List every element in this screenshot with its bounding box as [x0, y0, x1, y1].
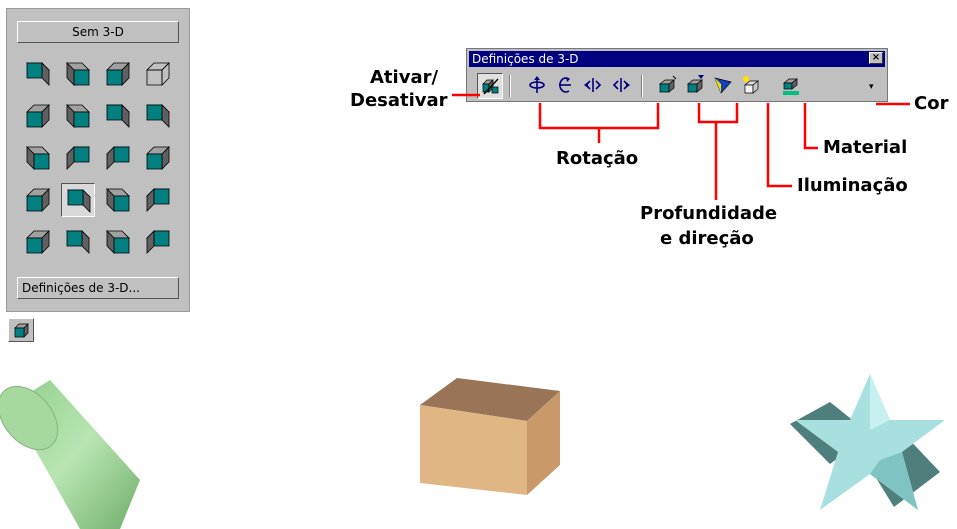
toggle-3d-button[interactable] [477, 73, 503, 99]
style-cell-9[interactable] [21, 141, 55, 175]
lighting-button[interactable] [711, 73, 737, 99]
style-cell-15[interactable] [101, 183, 135, 217]
3d-color-icon [783, 78, 799, 95]
style-cell-5[interactable] [21, 99, 55, 133]
3d-star-image [790, 374, 945, 510]
toggle-callout-line2: Desativar [350, 90, 448, 111]
3d-style-9-icon [26, 146, 50, 170]
3d-cylinder-image [0, 380, 140, 529]
3d-box-image [420, 378, 560, 495]
3d-style-8-icon [146, 104, 170, 128]
style-cell-13[interactable] [21, 183, 55, 217]
3d-style-18-icon [66, 230, 90, 254]
style-cell-12[interactable] [141, 141, 175, 175]
style-cell-6[interactable] [61, 99, 95, 133]
style-cell-17[interactable] [21, 225, 55, 259]
toolbar-title[interactable]: Definições de 3-D [469, 51, 885, 67]
3d-style-7-icon [106, 104, 130, 128]
style-cell-20[interactable] [141, 225, 175, 259]
style-cell-7[interactable] [101, 99, 135, 133]
3d-style-12-icon [146, 146, 170, 170]
style-cell-2[interactable] [61, 57, 95, 91]
3d-style-2-icon [66, 62, 90, 86]
depth-callout-line1: Profundidade [640, 203, 778, 224]
3d-style-5-icon [26, 104, 50, 128]
3d-settings-toolbar: Definições de 3-D × ▾ [466, 48, 888, 102]
3d-style-4-icon [146, 62, 170, 86]
3d-style-palette: Sem 3-D Definições de 3-D... [6, 8, 190, 312]
tilt-up-button[interactable] [553, 73, 579, 99]
toggle-3d-icon [482, 78, 499, 95]
3d-style-14-icon [67, 189, 91, 213]
style-cell-19[interactable] [101, 225, 135, 259]
tilt-down-icon [529, 76, 545, 93]
tilt-left-button[interactable] [581, 73, 607, 99]
3d-button[interactable] [8, 318, 34, 342]
3d-style-15-icon [106, 188, 130, 212]
lighting-icon [714, 77, 732, 94]
rotation-callout: Rotação [556, 148, 639, 169]
tilt-up-icon [559, 77, 571, 93]
style-cell-10[interactable] [61, 141, 95, 175]
3d-settings-label: Definições de 3-D... [22, 281, 140, 295]
3d-style-17-icon [26, 230, 50, 254]
3d-style-19-icon [106, 230, 130, 254]
3d-style-20-icon [146, 230, 170, 254]
tilt-right-icon [612, 78, 630, 92]
tilt-down-button[interactable] [525, 73, 551, 99]
close-button[interactable]: × [869, 52, 883, 64]
color-dropdown-icon[interactable]: ▾ [869, 82, 874, 92]
3d-style-11-icon [106, 146, 130, 170]
3d-style-10-icon [66, 146, 90, 170]
no-3d-button[interactable]: Sem 3-D [17, 21, 179, 43]
tilt-right-button[interactable] [609, 73, 635, 99]
depth-callout-line2: e direção [660, 228, 754, 249]
style-cell-16[interactable] [141, 183, 175, 217]
depth-icon [659, 75, 677, 93]
3d-style-13-icon [26, 188, 50, 212]
3d-color-button[interactable] [779, 73, 805, 99]
color-callout: Cor [914, 93, 949, 114]
style-cell-11[interactable] [101, 141, 135, 175]
3d-settings-button[interactable]: Definições de 3-D... [17, 277, 179, 299]
3d-style-3-icon [106, 62, 130, 86]
direction-button[interactable] [683, 73, 709, 99]
3d-style-16-icon [146, 188, 170, 212]
depth-button[interactable] [655, 73, 681, 99]
style-cell-3[interactable] [101, 57, 135, 91]
toggle-callout-line1: Ativar/ [370, 67, 439, 88]
style-cell-4[interactable] [141, 57, 175, 91]
style-cell-8[interactable] [141, 99, 175, 133]
lighting-callout: Iluminação [797, 175, 908, 196]
style-cell-18[interactable] [61, 225, 95, 259]
material-callout: Material [823, 137, 908, 158]
3d-style-1-icon [26, 62, 50, 86]
surface-icon [743, 76, 759, 94]
style-cell-1[interactable] [21, 57, 55, 91]
3d-cube-icon [14, 323, 29, 338]
close-icon: × [871, 52, 881, 63]
3d-style-6-icon [66, 104, 90, 128]
tilt-left-icon [584, 78, 602, 92]
surface-button[interactable] [739, 73, 765, 99]
style-cell-14[interactable] [61, 183, 95, 217]
direction-icon [687, 75, 704, 93]
